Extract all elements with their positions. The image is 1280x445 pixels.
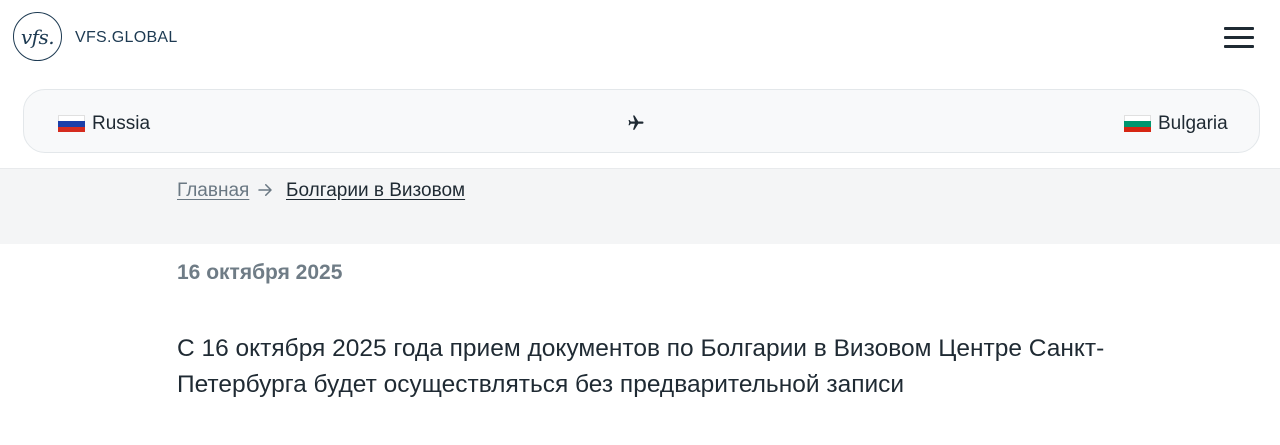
logo-text[interactable]: VFS.GLOBAL: [75, 29, 178, 47]
hamburger-menu-icon[interactable]: [1222, 24, 1256, 52]
arrow-right-icon: [258, 184, 272, 196]
article-headline: С 16 октября 2025 года прием документов …: [177, 335, 1105, 398]
from-country[interactable]: Russia: [92, 113, 150, 135]
to-country[interactable]: Bulgaria: [1158, 113, 1228, 135]
article-date: 16 октября 2025: [177, 261, 343, 284]
vfs-logo-icon[interactable]: vfs.: [13, 12, 62, 61]
bulgaria-flag-icon: [1124, 115, 1151, 132]
route-selector[interactable]: Russia Bulgaria: [23, 89, 1260, 153]
top-header: vfs. VFS.GLOBAL: [0, 0, 1280, 78]
russia-flag-icon: [58, 115, 85, 132]
breadcrumb-current-link[interactable]: Болгарии в Визовом: [286, 180, 465, 202]
plane-icon: [628, 115, 644, 130]
breadcrumb-home-link[interactable]: Главная: [177, 180, 249, 202]
